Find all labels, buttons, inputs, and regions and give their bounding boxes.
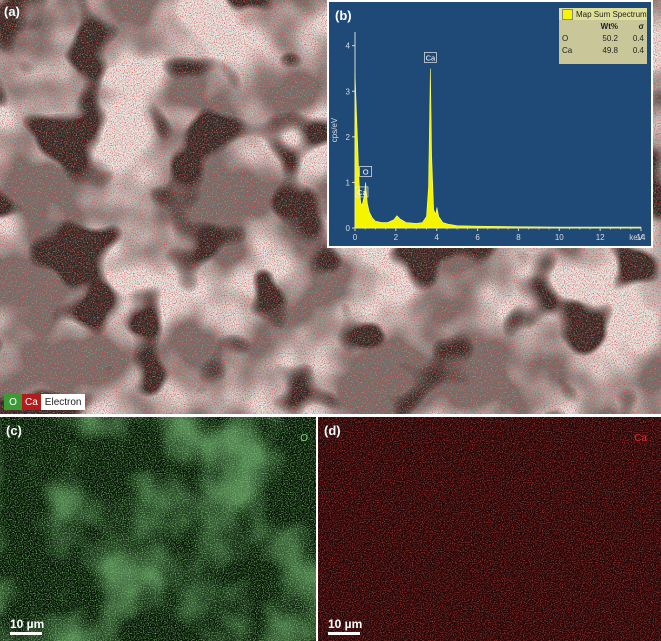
x-unit-label: keV bbox=[629, 233, 643, 242]
scale-line-c bbox=[10, 632, 42, 635]
panel-c-label: (c) bbox=[6, 423, 22, 438]
y-tick-label: 1 bbox=[346, 178, 351, 187]
spectrum-legend: Map Sum Spectrum Wt% σ O 50.2 0.4 Ca 49.… bbox=[559, 8, 647, 64]
legend-ca: Ca bbox=[22, 394, 41, 410]
eds-o-map: (c) O 10 µm bbox=[0, 417, 316, 641]
eds-spectrum-panel: 0 2 4 6 8 10 12 14 keV 0 1 2 3 4 cps/eV Ca O Ca (b) Map S… bbox=[327, 0, 653, 248]
spectrum-row-o: O 50.2 0.4 bbox=[559, 32, 647, 44]
x-tick-label: 0 bbox=[353, 233, 358, 242]
y-tick-label: 2 bbox=[346, 133, 351, 142]
y-tick-label: 0 bbox=[346, 224, 351, 233]
peak-label-ca-ka: Ca bbox=[426, 53, 436, 62]
col-sigma: σ bbox=[638, 21, 644, 31]
scale-line-d bbox=[328, 632, 360, 635]
y-tick-label: 4 bbox=[346, 42, 351, 51]
panel-a-label: (a) bbox=[4, 4, 20, 19]
col-wt: Wt% bbox=[600, 21, 618, 31]
row-element: O bbox=[562, 33, 569, 43]
row-element: Ca bbox=[562, 45, 573, 55]
x-tick-label: 2 bbox=[394, 233, 399, 242]
map-legend: O Ca Electron bbox=[4, 394, 86, 410]
scale-label-d: 10 µm bbox=[328, 617, 363, 631]
peak-label-o-ka: O bbox=[363, 167, 369, 176]
spectrum-legend-title: Map Sum Spectrum bbox=[576, 9, 647, 19]
scale-bar-d: 10 µm bbox=[328, 617, 362, 635]
legend-electron: Electron bbox=[40, 394, 86, 410]
element-ca-label: Ca bbox=[634, 433, 647, 444]
x-tick-label: 12 bbox=[596, 233, 605, 242]
eds-composite-map: (a) O Ca Electron 0 2 4 6 8 10 12 14 keV 0 1 2 3 4 cps… bbox=[0, 0, 661, 414]
spectrum-swatch bbox=[562, 8, 573, 20]
x-tick-label: 10 bbox=[555, 233, 564, 242]
row-wt: 50.2 bbox=[602, 33, 618, 43]
y-tick-label: 3 bbox=[346, 87, 351, 96]
spectrum-row-ca: Ca 49.8 0.4 bbox=[559, 44, 647, 56]
x-tick-label: 6 bbox=[475, 233, 480, 242]
ca-map-texture bbox=[318, 417, 661, 641]
x-tick-label: 8 bbox=[516, 233, 521, 242]
eds-ca-map: (d) Ca 10 µm bbox=[318, 417, 661, 641]
y-axis-label: cps/eV bbox=[330, 117, 339, 142]
scale-label-c: 10 µm bbox=[10, 617, 45, 631]
panel-d-label: (d) bbox=[324, 423, 341, 438]
spectrum-table-header: Wt% σ bbox=[559, 20, 647, 32]
x-tick-label: 4 bbox=[434, 233, 439, 242]
peak-label-ca-l: Ca bbox=[357, 188, 367, 197]
spectrum-legend-header: Map Sum Spectrum bbox=[559, 8, 647, 20]
row-sigma: 0.4 bbox=[632, 33, 644, 43]
scale-bar-c: 10 µm bbox=[10, 617, 44, 635]
row-wt: 49.8 bbox=[602, 45, 618, 55]
legend-o: O bbox=[4, 394, 22, 410]
panel-b-label: (b) bbox=[335, 8, 352, 23]
o-map-texture bbox=[0, 417, 316, 641]
spectrum-area bbox=[354, 68, 642, 229]
element-o-label: O bbox=[300, 433, 308, 444]
row-sigma: 0.4 bbox=[632, 45, 644, 55]
